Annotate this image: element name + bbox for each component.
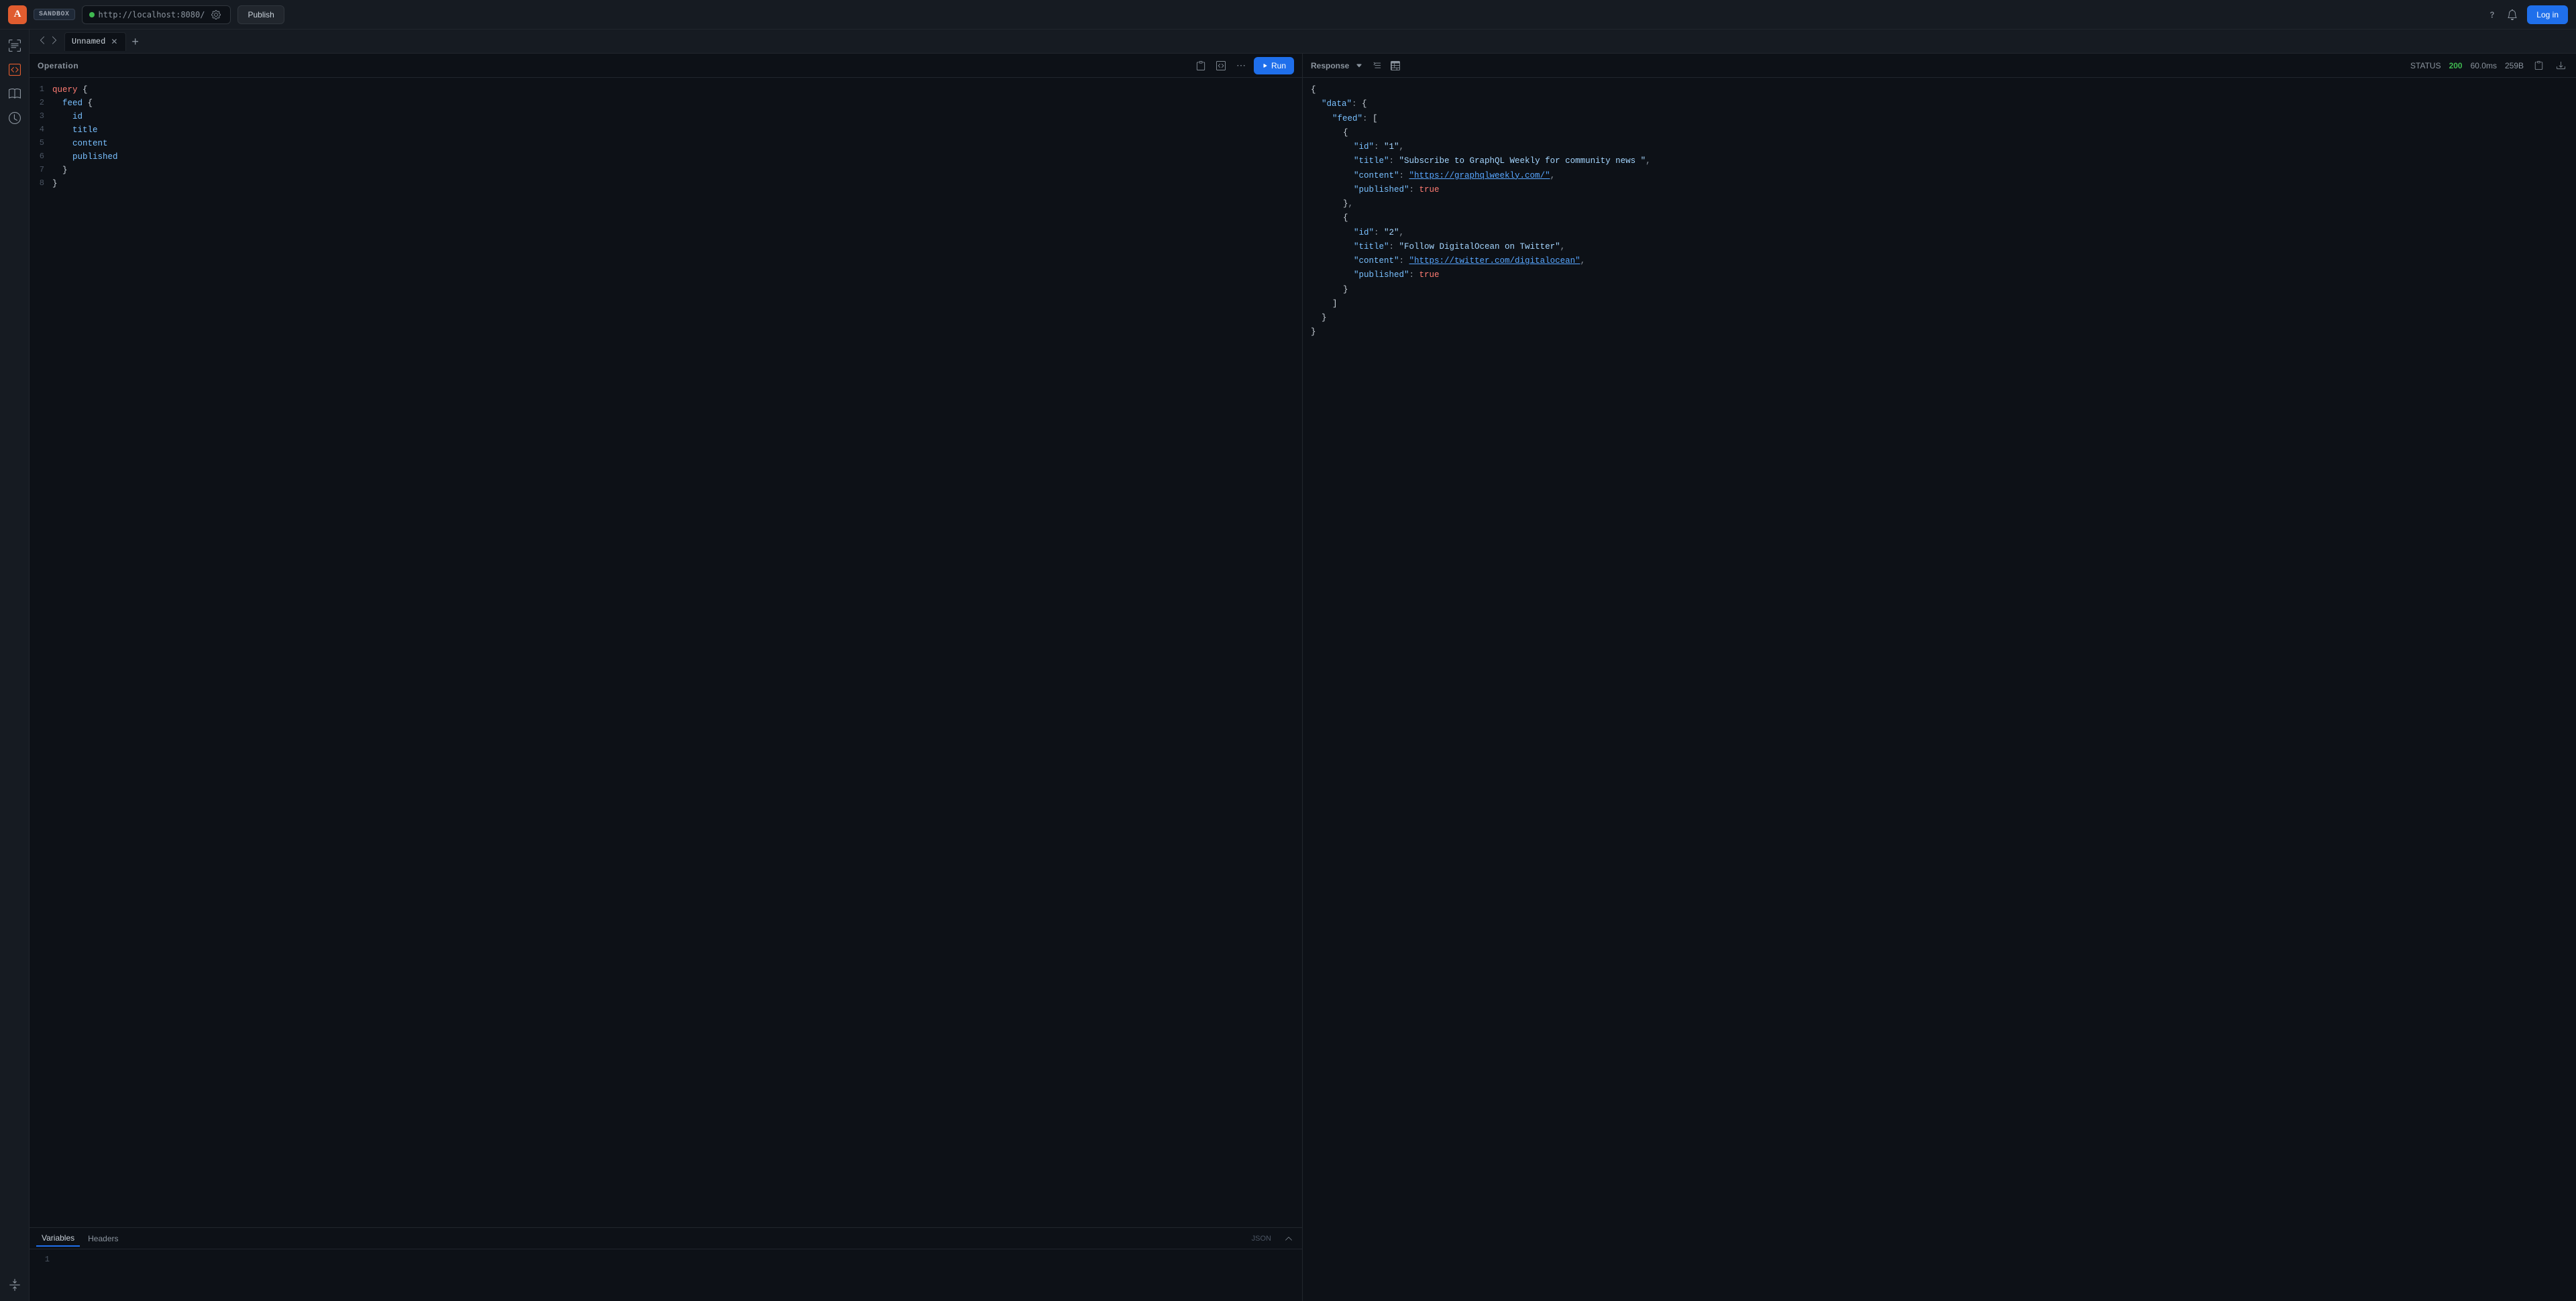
main-layout: Unnamed ✕ + Operation ⋯ <box>0 30 2576 1301</box>
url-settings-button[interactable] <box>209 9 223 21</box>
code-line-6: 6 published <box>30 150 1302 164</box>
url-bar: http://localhost:8080/ <box>82 5 231 24</box>
login-button[interactable]: Log in <box>2527 5 2568 24</box>
response-title: Response <box>1311 61 1349 70</box>
variables-line-number: 1 <box>38 1255 58 1264</box>
response-time: 60.0ms <box>2471 61 2497 70</box>
response-body: { "data": { "feed": [ { "id": "1", "titl… <box>1303 78 2576 1301</box>
bottom-panel: Variables Headers JSON 1 <box>30 1227 1302 1301</box>
sidebar-icon-collapse[interactable] <box>4 1274 25 1296</box>
json-label: JSON <box>1246 1232 1277 1245</box>
code-line-3: 3 id <box>30 110 1302 123</box>
operation-panel-header: Operation ⋯ Run <box>30 54 1302 78</box>
operation-panel: Operation ⋯ Run <box>30 54 1303 1301</box>
sidebar-icon-schema[interactable] <box>4 59 25 80</box>
new-tab-button[interactable]: + <box>129 36 142 48</box>
code-line-4: 4 title <box>30 123 1302 137</box>
response-table-view-button[interactable] <box>1388 60 1403 72</box>
response-size: 259B <box>2505 61 2524 70</box>
publish-button[interactable]: Publish <box>237 5 284 24</box>
url-text: http://localhost:8080/ <box>99 10 205 19</box>
bottom-content: 1 <box>30 1249 1302 1301</box>
variables-tab[interactable]: Variables <box>36 1231 80 1247</box>
copy-operation-button[interactable] <box>1193 60 1208 72</box>
response-chevron-button[interactable] <box>1353 61 1365 70</box>
response-copy-button[interactable] <box>2532 60 2546 71</box>
response-panel: Response STATUS 200 <box>1303 54 2576 1301</box>
code-line-7: 7 } <box>30 164 1302 177</box>
code-line-2: 2 feed { <box>30 97 1302 110</box>
editor-response: Operation ⋯ Run <box>30 54 2576 1301</box>
more-options-button[interactable]: ⋯ <box>1234 58 1248 72</box>
headers-tab[interactable]: Headers <box>83 1231 123 1246</box>
tab-bar-container: Unnamed ✕ + Operation ⋯ <box>30 30 2576 1301</box>
tab-unnamed[interactable]: Unnamed ✕ <box>64 32 126 51</box>
response-header: Response STATUS 200 <box>1303 54 2576 78</box>
tab-label: Unnamed <box>72 37 105 46</box>
status-code: 200 <box>2449 61 2463 70</box>
operation-panel-actions: ⋯ Run <box>1193 57 1294 74</box>
code-line-8: 8 } <box>30 177 1302 190</box>
prettify-button[interactable] <box>1214 60 1228 72</box>
response-download-button[interactable] <box>2554 60 2568 71</box>
status-label: STATUS <box>2410 61 2441 70</box>
help-icon-button[interactable] <box>2487 9 2498 20</box>
run-button-label: Run <box>1271 61 1286 70</box>
bottom-tabs: Variables Headers JSON <box>30 1228 1302 1249</box>
operation-panel-title: Operation <box>38 61 78 70</box>
run-button[interactable]: Run <box>1254 57 1294 74</box>
topbar: A SANDBOX http://localhost:8080/ Publish… <box>0 0 2576 30</box>
code-editor[interactable]: 1 query { 2 feed { 3 id 4 title <box>30 78 1302 1227</box>
response-list-view-button[interactable] <box>1369 60 1384 72</box>
response-status: STATUS 200 60.0ms 259B <box>2410 60 2568 71</box>
sidebar-icon-explorer[interactable] <box>4 35 25 56</box>
response-actions <box>1353 60 1403 72</box>
sidebar-icon-docs[interactable] <box>4 83 25 105</box>
tab-close-button[interactable]: ✕ <box>109 38 119 46</box>
connection-status-dot <box>89 12 95 17</box>
sandbox-badge: SANDBOX <box>34 9 75 20</box>
sidebar-icons <box>0 30 30 1301</box>
bottom-panel-collapse-button[interactable] <box>1282 1233 1295 1244</box>
topbar-right: Log in <box>2487 5 2568 24</box>
collapse-sidebar-button[interactable] <box>35 34 62 48</box>
notifications-icon-button[interactable] <box>2507 9 2518 20</box>
sidebar-icon-history[interactable] <box>4 107 25 129</box>
code-line-1: 1 query { <box>30 83 1302 97</box>
tab-bar: Unnamed ✕ + <box>30 30 2576 54</box>
app-logo: A <box>8 5 27 24</box>
code-line-5: 5 content <box>30 137 1302 150</box>
